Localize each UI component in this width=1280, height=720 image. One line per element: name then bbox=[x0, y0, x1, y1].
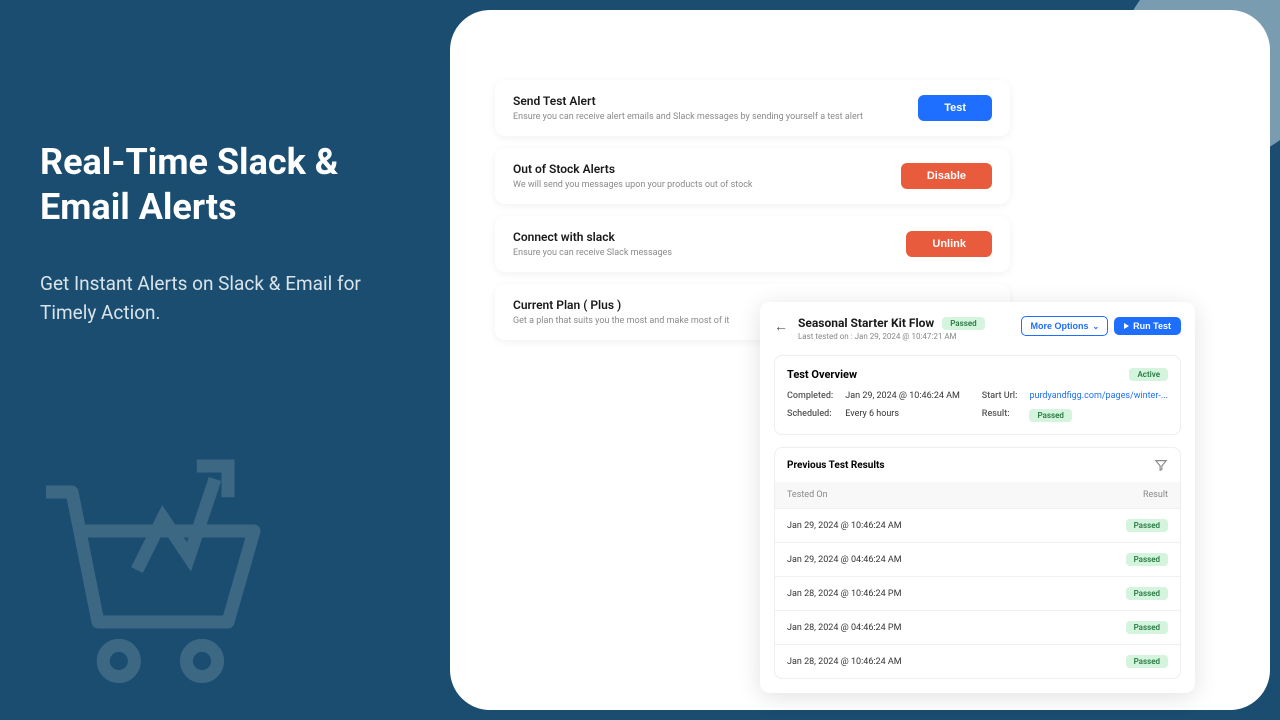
results-title: Previous Test Results bbox=[787, 460, 885, 471]
setting-desc: Get a plan that suits you the most and m… bbox=[513, 316, 729, 326]
result-badge: Passed bbox=[1126, 587, 1168, 600]
overview-title: Test Overview bbox=[787, 368, 857, 381]
scheduled-label: Scheduled: bbox=[787, 409, 833, 422]
table-row[interactable]: Jan 29, 2024 @ 10:46:24 AM Passed bbox=[775, 508, 1180, 542]
col-result: Result bbox=[1143, 490, 1168, 500]
more-options-button[interactable]: More Options ⌄ bbox=[1021, 316, 1108, 336]
setting-desc: We will send you messages upon your prod… bbox=[513, 180, 753, 190]
test-overview-card: Test Overview Active Completed: Jan 29, … bbox=[774, 355, 1181, 435]
setting-out-of-stock: Out of Stock Alerts We will send you mes… bbox=[495, 148, 1010, 204]
setting-title: Connect with slack bbox=[513, 230, 672, 244]
completed-value: Jan 29, 2024 @ 10:46:24 AM bbox=[845, 391, 970, 401]
result-date: Jan 28, 2024 @ 10:46:24 AM bbox=[787, 657, 902, 667]
settings-panel: Send Test Alert Ensure you can receive a… bbox=[495, 80, 1010, 340]
test-button[interactable]: Test bbox=[918, 95, 992, 121]
setting-title: Out of Stock Alerts bbox=[513, 162, 753, 176]
hero-subtitle: Get Instant Alerts on Slack & Email for … bbox=[40, 270, 400, 327]
shopping-cart-icon bbox=[20, 440, 280, 700]
run-test-button[interactable]: Run Test bbox=[1114, 317, 1181, 335]
setting-desc: Ensure you can receive alert emails and … bbox=[513, 112, 863, 122]
result-label: Result: bbox=[982, 409, 1018, 422]
disable-button[interactable]: Disable bbox=[901, 163, 992, 189]
previous-results-card: Previous Test Results Tested On Result J… bbox=[774, 447, 1181, 679]
table-row[interactable]: Jan 28, 2024 @ 10:46:24 AM Passed bbox=[775, 644, 1180, 678]
table-row[interactable]: Jan 29, 2024 @ 04:46:24 AM Passed bbox=[775, 542, 1180, 576]
result-date: Jan 28, 2024 @ 04:46:24 PM bbox=[787, 623, 901, 633]
table-row[interactable]: Jan 28, 2024 @ 10:46:24 PM Passed bbox=[775, 576, 1180, 610]
result-date: Jan 29, 2024 @ 04:46:24 AM bbox=[787, 555, 902, 565]
flow-panel: ← Seasonal Starter Kit Flow Passed Last … bbox=[760, 302, 1195, 693]
hero-panel: Real-Time Slack & Email Alerts Get Insta… bbox=[0, 0, 440, 720]
setting-connect-slack: Connect with slack Ensure you can receiv… bbox=[495, 216, 1010, 272]
result-badge: Passed bbox=[1029, 409, 1071, 422]
active-badge: Active bbox=[1129, 368, 1168, 381]
result-badge: Passed bbox=[1126, 655, 1168, 668]
run-test-label: Run Test bbox=[1133, 321, 1171, 331]
result-badge: Passed bbox=[1126, 519, 1168, 532]
result-badge: Passed bbox=[1126, 621, 1168, 634]
start-url-value[interactable]: purdyandfigg.com/pages/winter-... bbox=[1029, 391, 1168, 401]
result-date: Jan 29, 2024 @ 10:46:24 AM bbox=[787, 521, 902, 531]
flow-last-tested: Last tested on : Jan 29, 2024 @ 10:47:21… bbox=[798, 332, 985, 341]
start-url-label: Start Url: bbox=[982, 391, 1018, 401]
flow-title: Seasonal Starter Kit Flow bbox=[798, 316, 934, 330]
back-arrow-icon[interactable]: ← bbox=[774, 318, 788, 335]
col-tested-on: Tested On bbox=[787, 490, 828, 500]
flow-header: ← Seasonal Starter Kit Flow Passed Last … bbox=[774, 316, 1181, 341]
result-date: Jan 28, 2024 @ 10:46:24 PM bbox=[787, 589, 901, 599]
table-row[interactable]: Jan 28, 2024 @ 04:46:24 PM Passed bbox=[775, 610, 1180, 644]
more-options-label: More Options bbox=[1030, 321, 1088, 331]
completed-label: Completed: bbox=[787, 391, 833, 401]
setting-send-test-alert: Send Test Alert Ensure you can receive a… bbox=[495, 80, 1010, 136]
setting-title: Send Test Alert bbox=[513, 94, 863, 108]
hero-title: Real-Time Slack & Email Alerts bbox=[40, 140, 400, 230]
filter-icon[interactable] bbox=[1154, 458, 1168, 472]
chevron-down-icon: ⌄ bbox=[1092, 322, 1099, 331]
unlink-button[interactable]: Unlink bbox=[906, 231, 992, 257]
status-badge: Passed bbox=[942, 317, 984, 330]
result-badge: Passed bbox=[1126, 553, 1168, 566]
play-icon bbox=[1124, 323, 1129, 329]
setting-desc: Ensure you can receive Slack messages bbox=[513, 248, 672, 258]
scheduled-value: Every 6 hours bbox=[845, 409, 970, 422]
setting-title: Current Plan ( Plus ) bbox=[513, 298, 729, 312]
